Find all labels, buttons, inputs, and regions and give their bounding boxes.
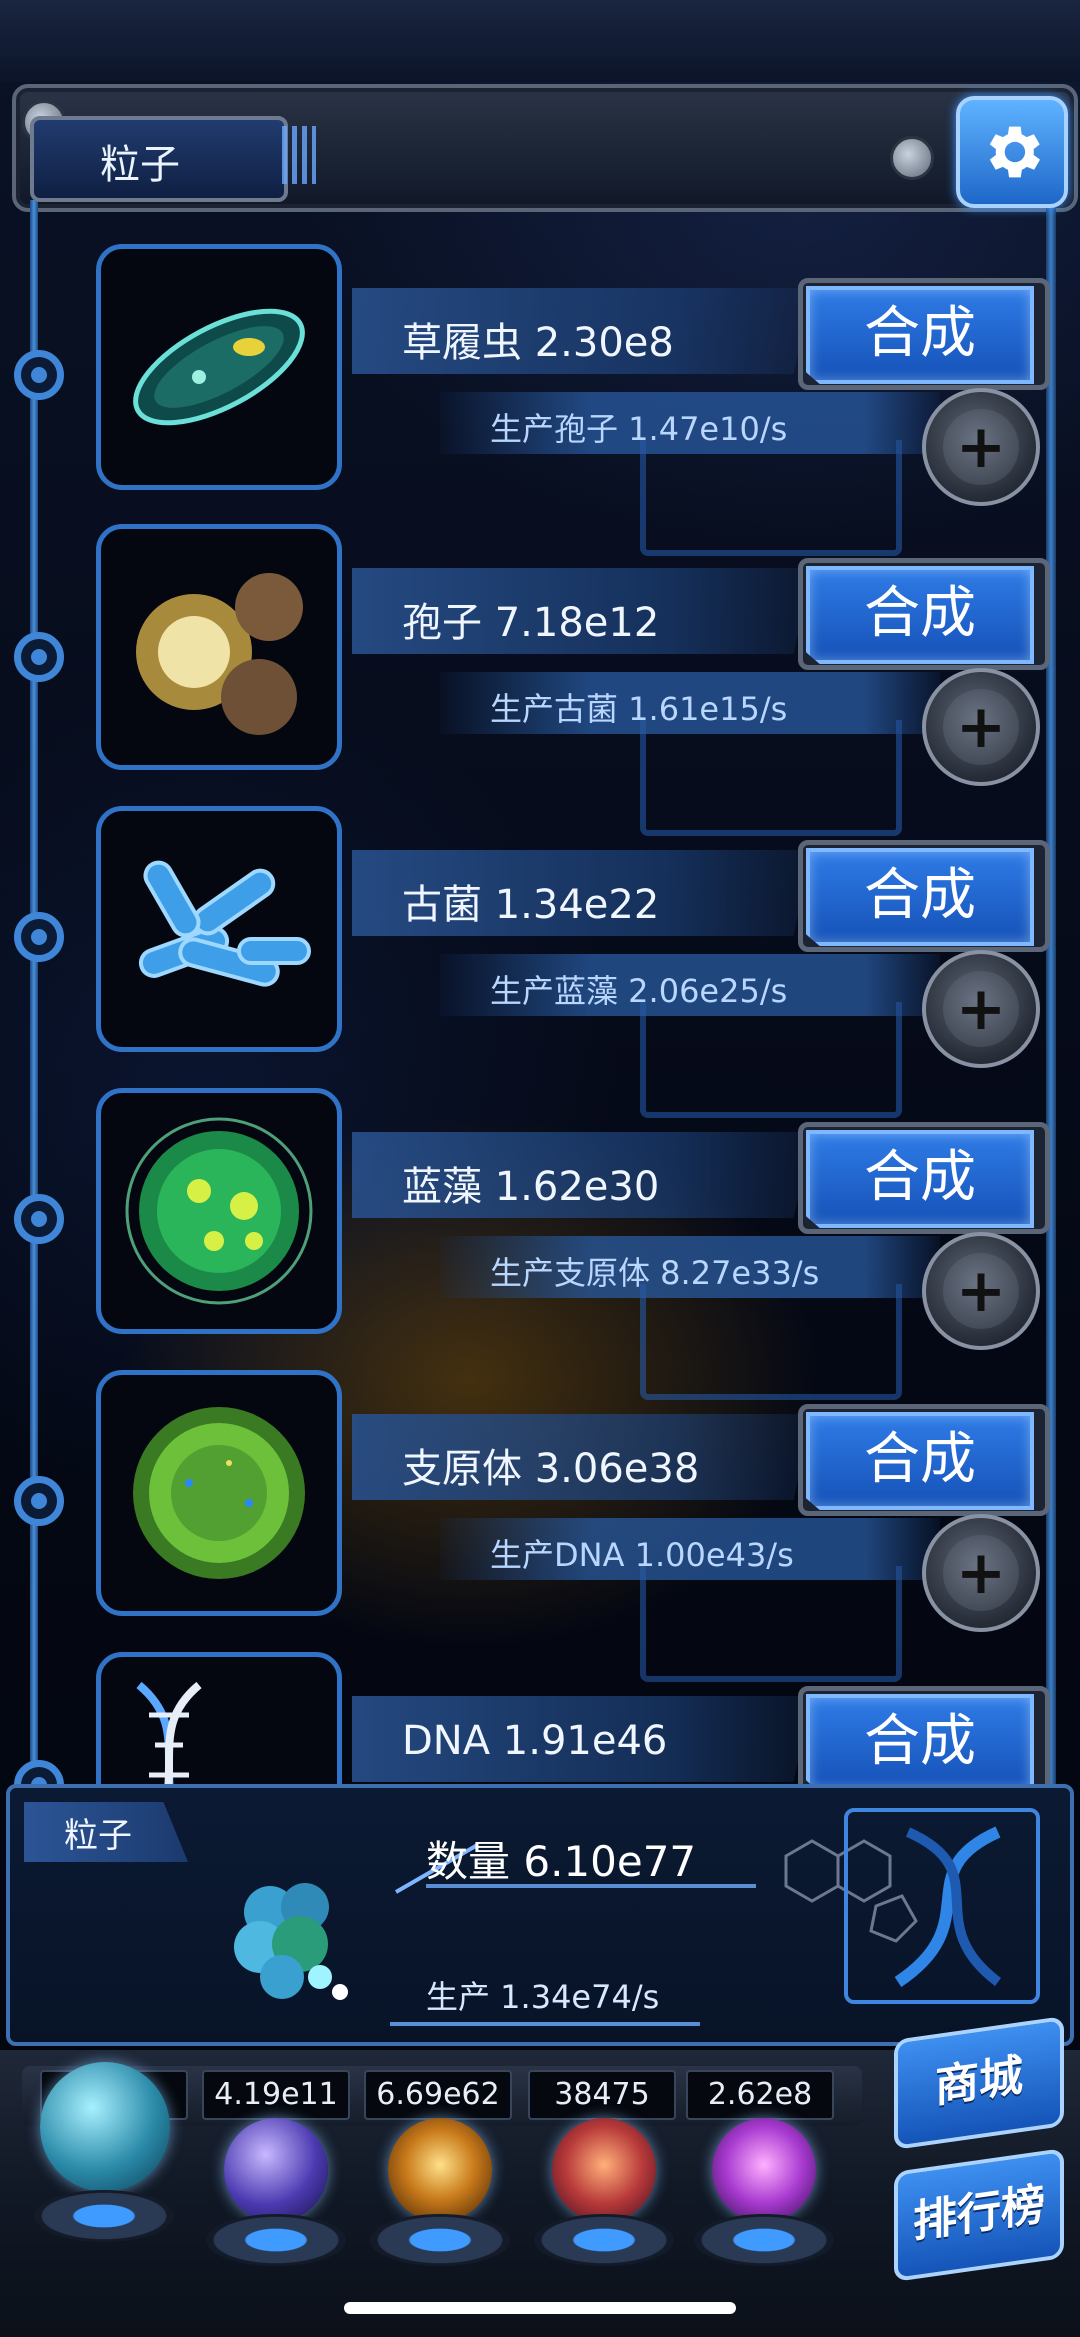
panel-line — [426, 1884, 756, 1888]
panel-label: 粒子 — [64, 1816, 132, 1856]
settings-button[interactable] — [956, 96, 1068, 208]
orb-base — [34, 2190, 174, 2242]
screw-icon — [890, 136, 934, 180]
item-name: 蓝藻 1.62e30 — [402, 1164, 660, 1210]
orb-galaxy[interactable] — [370, 2118, 510, 2278]
stat-value: 4.19e11 — [202, 2070, 350, 2120]
home-indicator — [344, 2302, 736, 2314]
mycoplasma-icon — [133, 1407, 305, 1579]
rail-node — [14, 350, 64, 400]
list-item: 支原体 3.06e38 生产DNA 1.00e43/s 合成 + — [0, 1366, 1080, 1682]
item-name: 草履虫 2.30e8 — [402, 320, 674, 366]
list-item: 草履虫 2.30e8 生产孢子 1.47e10/s 合成 + — [0, 240, 1080, 556]
brain-orb-icon — [552, 2118, 656, 2222]
synthesize-button[interactable]: 合成 — [806, 286, 1034, 384]
list-item: 孢子 7.18e12 生产古菌 1.61e15/s 合成 + — [0, 520, 1080, 836]
particle-count: 数量 6.10e77 — [426, 1837, 697, 1886]
orb-brain[interactable] — [534, 2118, 674, 2278]
panel-line — [390, 2022, 700, 2026]
galaxy-orb-icon — [388, 2118, 492, 2222]
item-name: 支原体 3.06e38 — [402, 1446, 700, 1492]
dna-display — [844, 1808, 1040, 2004]
archaea-thumb — [96, 806, 342, 1052]
gear-icon — [989, 126, 1040, 178]
item-production: 生产支原体 8.27e33/s — [490, 1254, 820, 1292]
title-stripes — [282, 126, 316, 184]
status-bar-area — [0, 0, 1080, 82]
rail-node — [14, 1476, 64, 1526]
synthesize-button[interactable]: 合成 — [806, 1130, 1034, 1228]
page-title: 粒子 — [100, 142, 180, 188]
synthesize-button[interactable]: 合成 — [806, 848, 1034, 946]
list-item: 古菌 1.34e22 生产蓝藻 2.06e25/s 合成 + — [0, 802, 1080, 1118]
upgrade-button[interactable]: + — [922, 1514, 1040, 1632]
stat-value: 6.69e62 — [364, 2070, 512, 2120]
cyanobacteria-icon — [125, 1117, 313, 1305]
upgrade-button[interactable]: + — [922, 950, 1040, 1068]
list-item: 蓝藻 1.62e30 生产支原体 8.27e33/s 合成 + — [0, 1084, 1080, 1400]
cyanobacteria-thumb — [96, 1088, 342, 1334]
spores-thumb — [96, 524, 342, 770]
mycoplasma-thumb — [96, 1370, 342, 1616]
item-name: 孢子 7.18e12 — [402, 600, 660, 646]
plus-icon: + — [943, 409, 1019, 485]
upgrade-button[interactable]: + — [922, 1232, 1040, 1350]
particle-orb-icon — [40, 2062, 170, 2192]
spores-icon — [136, 573, 303, 735]
orb-base — [694, 2214, 834, 2266]
stat-value: 38475 — [528, 2070, 676, 2120]
upgrade-button[interactable]: + — [922, 668, 1040, 786]
orb-base — [370, 2214, 510, 2266]
particle-production: 生产 1.34e74/s — [426, 1978, 660, 2016]
upgrade-button[interactable]: + — [922, 388, 1040, 506]
plus-icon: + — [943, 689, 1019, 765]
stat-value: 2.62e8 — [686, 2070, 834, 2120]
paramecium-icon — [133, 308, 305, 426]
rail-node — [14, 632, 64, 682]
orb-base — [534, 2214, 674, 2266]
vortex-orb-icon — [712, 2118, 816, 2222]
orb-vortex[interactable] — [694, 2118, 834, 2278]
item-production: 生产孢子 1.47e10/s — [490, 410, 788, 448]
item-production: 生产DNA 1.00e43/s — [490, 1536, 794, 1574]
particle-cluster-icon — [234, 1883, 348, 2000]
orb-particle[interactable] — [34, 2062, 174, 2242]
plus-icon: + — [943, 971, 1019, 1047]
synthesize-button[interactable]: 合成 — [806, 566, 1034, 664]
archaea-icon — [138, 860, 311, 987]
item-production: 生产蓝藻 2.06e25/s — [490, 972, 788, 1010]
synthesize-button[interactable]: 合成 — [806, 1412, 1034, 1510]
plus-icon: + — [943, 1253, 1019, 1329]
dna-helix-icon — [894, 1826, 1002, 1987]
lightning-orb-icon — [224, 2118, 328, 2222]
item-production: 生产古菌 1.61e15/s — [490, 690, 788, 728]
item-name: DNA 1.91e46 — [402, 1718, 668, 1764]
orb-lightning[interactable] — [206, 2118, 346, 2278]
rail-node — [14, 1194, 64, 1244]
paramecium-thumb — [96, 244, 342, 490]
orb-base — [206, 2214, 346, 2266]
synthesize-button[interactable]: 合成 — [806, 1694, 1034, 1792]
rail-node — [14, 912, 64, 962]
item-name: 古菌 1.34e22 — [402, 882, 660, 928]
plus-icon: + — [943, 1535, 1019, 1611]
